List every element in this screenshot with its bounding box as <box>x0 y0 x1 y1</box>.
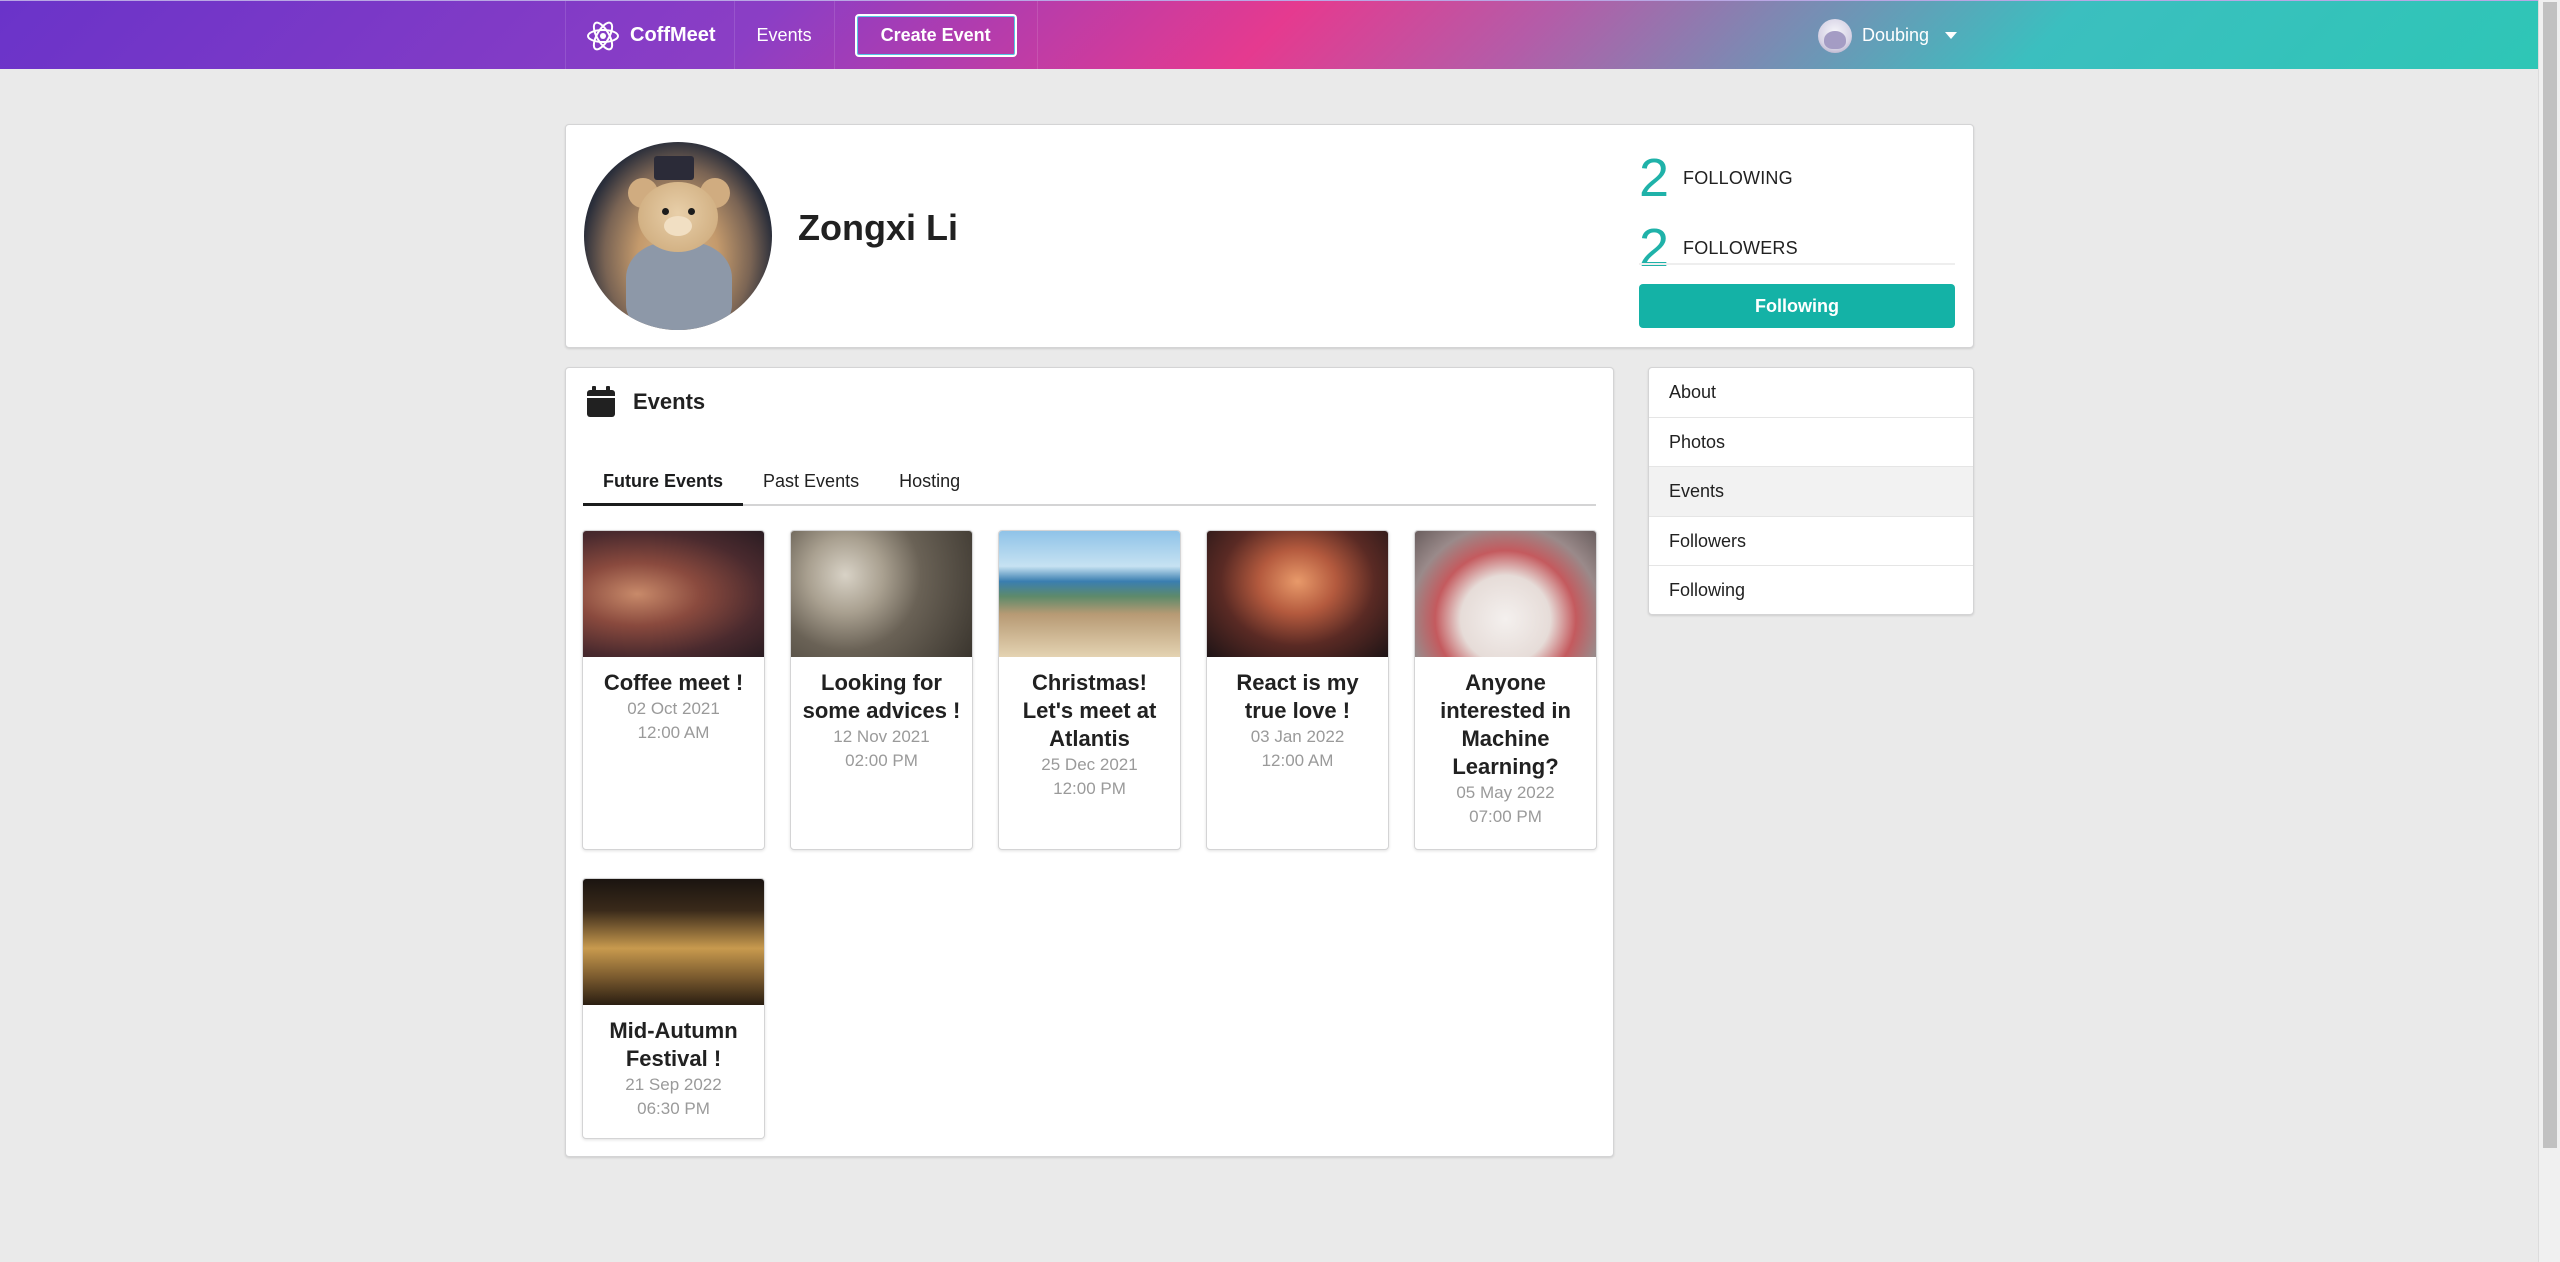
top-navbar: CoffMeet Events Create Event Doubing <box>0 0 2538 70</box>
film-reels-photo <box>791 531 972 657</box>
user-avatar <box>1818 18 1852 53</box>
events-title: Events <box>633 389 706 414</box>
events-header: Events <box>585 385 705 419</box>
wine-glasses-photo <box>583 531 764 657</box>
create-event-button[interactable]: Create Event <box>854 14 1017 57</box>
followers-label: FOLLOWERS <box>1683 237 1798 258</box>
event-card[interactable]: Mid-Autumn Festival ! 21 Sep 2022 06:30 … <box>582 878 765 1139</box>
event-card[interactable]: Christmas! Let's meet at Atlantis 25 Dec… <box>998 530 1181 850</box>
event-card[interactable]: Anyone interested in Machine Learning? 0… <box>1414 530 1597 850</box>
event-title: Anyone interested in Machine Learning? <box>1440 670 1571 779</box>
followers-count: 2 <box>1639 218 1670 278</box>
event-title: Coffee meet ! <box>603 670 744 695</box>
followers-stat: 2 FOLLOWERS <box>1639 213 1955 283</box>
nav-create-wrapper: Create Event <box>835 1 1038 70</box>
event-title: React is my true love ! <box>1236 670 1359 723</box>
event-card[interactable]: Coffee meet ! 02 Oct 2021 12:00 AM <box>582 530 765 850</box>
stats-divider <box>1639 263 1955 265</box>
nav-events-link[interactable]: Events <box>735 1 835 70</box>
following-stat: 2 FOLLOWING <box>1639 143 1955 213</box>
following-label: FOLLOWING <box>1683 167 1793 188</box>
profile-side-menu: About Photos Events Followers Following <box>1648 367 1974 615</box>
side-menu-followers[interactable]: Followers <box>1649 517 1973 566</box>
atom-logo-icon <box>587 21 619 50</box>
user-name: Doubing <box>1862 25 1930 45</box>
beach-photo <box>999 531 1180 657</box>
event-date: 05 May 2022 <box>1456 783 1555 802</box>
caret-down-icon <box>1945 32 1958 39</box>
event-title: Mid-Autumn Festival ! <box>609 1018 738 1071</box>
profile-name: Zongxi Li <box>798 207 958 248</box>
tab-hosting[interactable]: Hosting <box>879 466 980 506</box>
page-scrollbar[interactable] <box>2538 0 2560 1262</box>
following-button[interactable]: Following <box>1639 284 1955 328</box>
event-card[interactable]: Looking for some advices ! 12 Nov 2021 0… <box>790 530 973 850</box>
event-date: 03 Jan 2022 <box>1250 727 1345 746</box>
scrollbar-thumb[interactable] <box>2543 2 2557 1148</box>
event-time: 12:00 AM <box>1261 751 1334 770</box>
event-time: 07:00 PM <box>1469 807 1542 826</box>
tab-past-events[interactable]: Past Events <box>743 466 879 506</box>
side-menu-about[interactable]: About <box>1649 368 1973 418</box>
follow-stats: 2 FOLLOWING 2 FOLLOWERS <box>1639 143 1955 283</box>
profile-header-card: Zongxi Li 2 FOLLOWING 2 FOLLOWERS Follow… <box>565 124 1974 348</box>
events-panel: Events Future Events Past Events Hosting… <box>565 367 1614 1157</box>
event-time: 02:00 PM <box>845 751 918 770</box>
side-menu-following[interactable]: Following <box>1649 566 1973 614</box>
event-time: 06:30 PM <box>637 1099 710 1118</box>
brand-name: CoffMeet <box>630 24 716 46</box>
event-date: 02 Oct 2021 <box>627 699 720 718</box>
following-count: 2 <box>1639 148 1670 208</box>
louvre-pyramid-photo <box>583 879 764 1005</box>
events-tabs: Future Events Past Events Hosting <box>583 466 1596 506</box>
event-time: 12:00 PM <box>1053 779 1126 798</box>
event-date: 12 Nov 2021 <box>833 727 930 746</box>
event-date: 21 Sep 2022 <box>625 1075 722 1094</box>
side-menu-photos[interactable]: Photos <box>1649 418 1973 467</box>
user-menu-dropdown[interactable]: Doubing <box>1818 1 1958 70</box>
event-title: Looking for some advices ! <box>802 670 961 723</box>
tab-future-events[interactable]: Future Events <box>583 466 744 506</box>
event-date: 25 Dec 2021 <box>1041 755 1138 774</box>
event-card[interactable]: React is my true love ! 03 Jan 2022 12:0… <box>1206 530 1389 850</box>
profile-avatar <box>584 142 772 330</box>
banquet-table-photo <box>1415 531 1596 657</box>
calendar-icon <box>587 386 615 417</box>
side-menu-events[interactable]: Events <box>1649 467 1973 517</box>
event-time: 12:00 AM <box>637 723 710 742</box>
concert-crowd-photo <box>1207 531 1388 657</box>
brand-link[interactable]: CoffMeet <box>565 1 735 70</box>
event-title: Christmas! Let's meet at Atlantis <box>1022 670 1157 751</box>
